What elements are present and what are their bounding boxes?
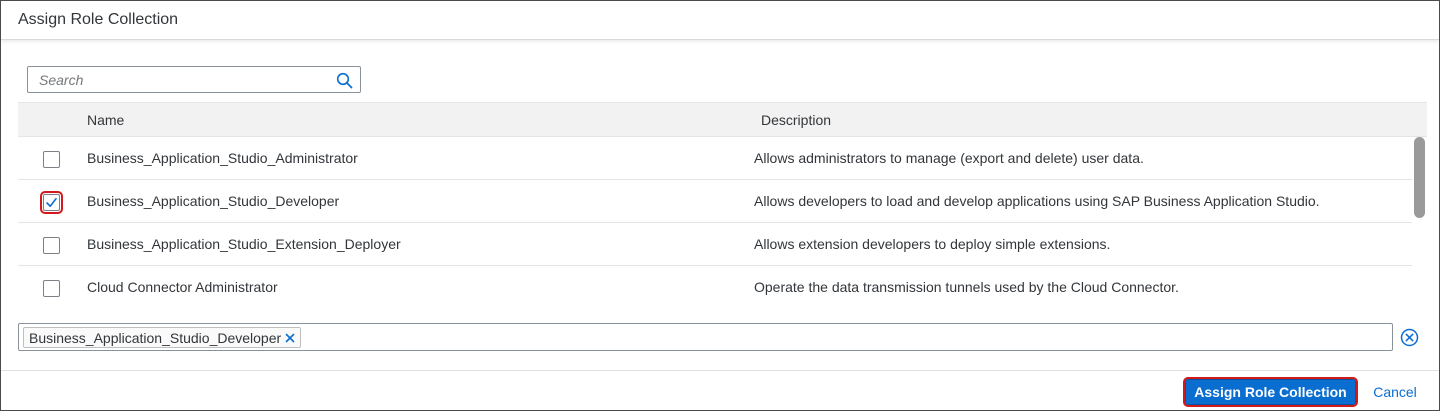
role-name: Business_Application_Studio_Extension_De… xyxy=(87,236,401,252)
selected-roles-tokenizer[interactable]: Business_Application_Studio_Developer xyxy=(18,323,1393,351)
token-label: Business_Application_Studio_Developer xyxy=(29,329,282,346)
table-header: Name Description xyxy=(18,102,1427,137)
row-checkbox-cell xyxy=(39,190,63,214)
row-checkbox[interactable] xyxy=(42,150,60,168)
dialog-header: Assign Role Collection xyxy=(1,1,1439,40)
row-checkbox[interactable] xyxy=(42,236,60,254)
scrollbar-thumb[interactable] xyxy=(1414,137,1425,218)
role-description: Allows administrators to manage (export … xyxy=(754,150,1144,166)
row-checkbox[interactable] xyxy=(42,279,60,297)
selected-role-token[interactable]: Business_Application_Studio_Developer xyxy=(23,327,302,348)
dialog-title: Assign Role Collection xyxy=(18,11,179,28)
column-header-description[interactable]: Description xyxy=(761,103,831,138)
table-row[interactable]: Cloud Connector Administrator Operate th… xyxy=(18,266,1413,306)
clear-all-button[interactable] xyxy=(1399,327,1419,347)
role-name: Business_Application_Studio_Administrato… xyxy=(87,150,358,166)
close-icon xyxy=(285,333,295,342)
role-description: Operate the data transmission tunnels us… xyxy=(754,279,1179,295)
cancel-button[interactable]: Cancel xyxy=(1363,379,1427,405)
search-icon xyxy=(336,72,352,88)
token-remove-button[interactable] xyxy=(284,332,296,344)
assign-role-collection-dialog: Assign Role Collection Name Description … xyxy=(0,0,1440,411)
table-scrollbar[interactable] xyxy=(1412,137,1426,306)
assign-role-collection-button[interactable]: Assign Role Collection xyxy=(1183,377,1358,407)
role-collection-table: Name Description Business_Application_St… xyxy=(18,102,1427,306)
search-input[interactable] xyxy=(28,67,318,92)
search-field xyxy=(27,66,361,93)
table-row[interactable]: Business_Application_Studio_Developer Al… xyxy=(18,180,1413,223)
table-row[interactable]: Business_Application_Studio_Extension_De… xyxy=(18,223,1413,266)
table-row[interactable]: Business_Application_Studio_Administrato… xyxy=(18,137,1413,180)
dialog-footer: Assign Role Collection Cancel xyxy=(1,370,1439,410)
row-checkbox[interactable] xyxy=(39,190,63,214)
row-checkbox-cell xyxy=(40,148,62,170)
column-header-name[interactable]: Name xyxy=(87,103,124,138)
role-name: Cloud Connector Administrator xyxy=(87,279,278,295)
search-button[interactable] xyxy=(334,70,354,90)
checkmark-icon xyxy=(45,197,57,207)
row-checkbox-cell xyxy=(40,277,62,299)
role-name: Business_Application_Studio_Developer xyxy=(87,193,340,209)
row-checkbox-cell xyxy=(40,234,62,256)
role-description: Allows extension developers to deploy si… xyxy=(754,236,1111,252)
table-body: Business_Application_Studio_Administrato… xyxy=(18,137,1413,306)
role-description: Allows developers to load and develop ap… xyxy=(754,193,1320,209)
clear-circle-icon xyxy=(1400,328,1418,346)
